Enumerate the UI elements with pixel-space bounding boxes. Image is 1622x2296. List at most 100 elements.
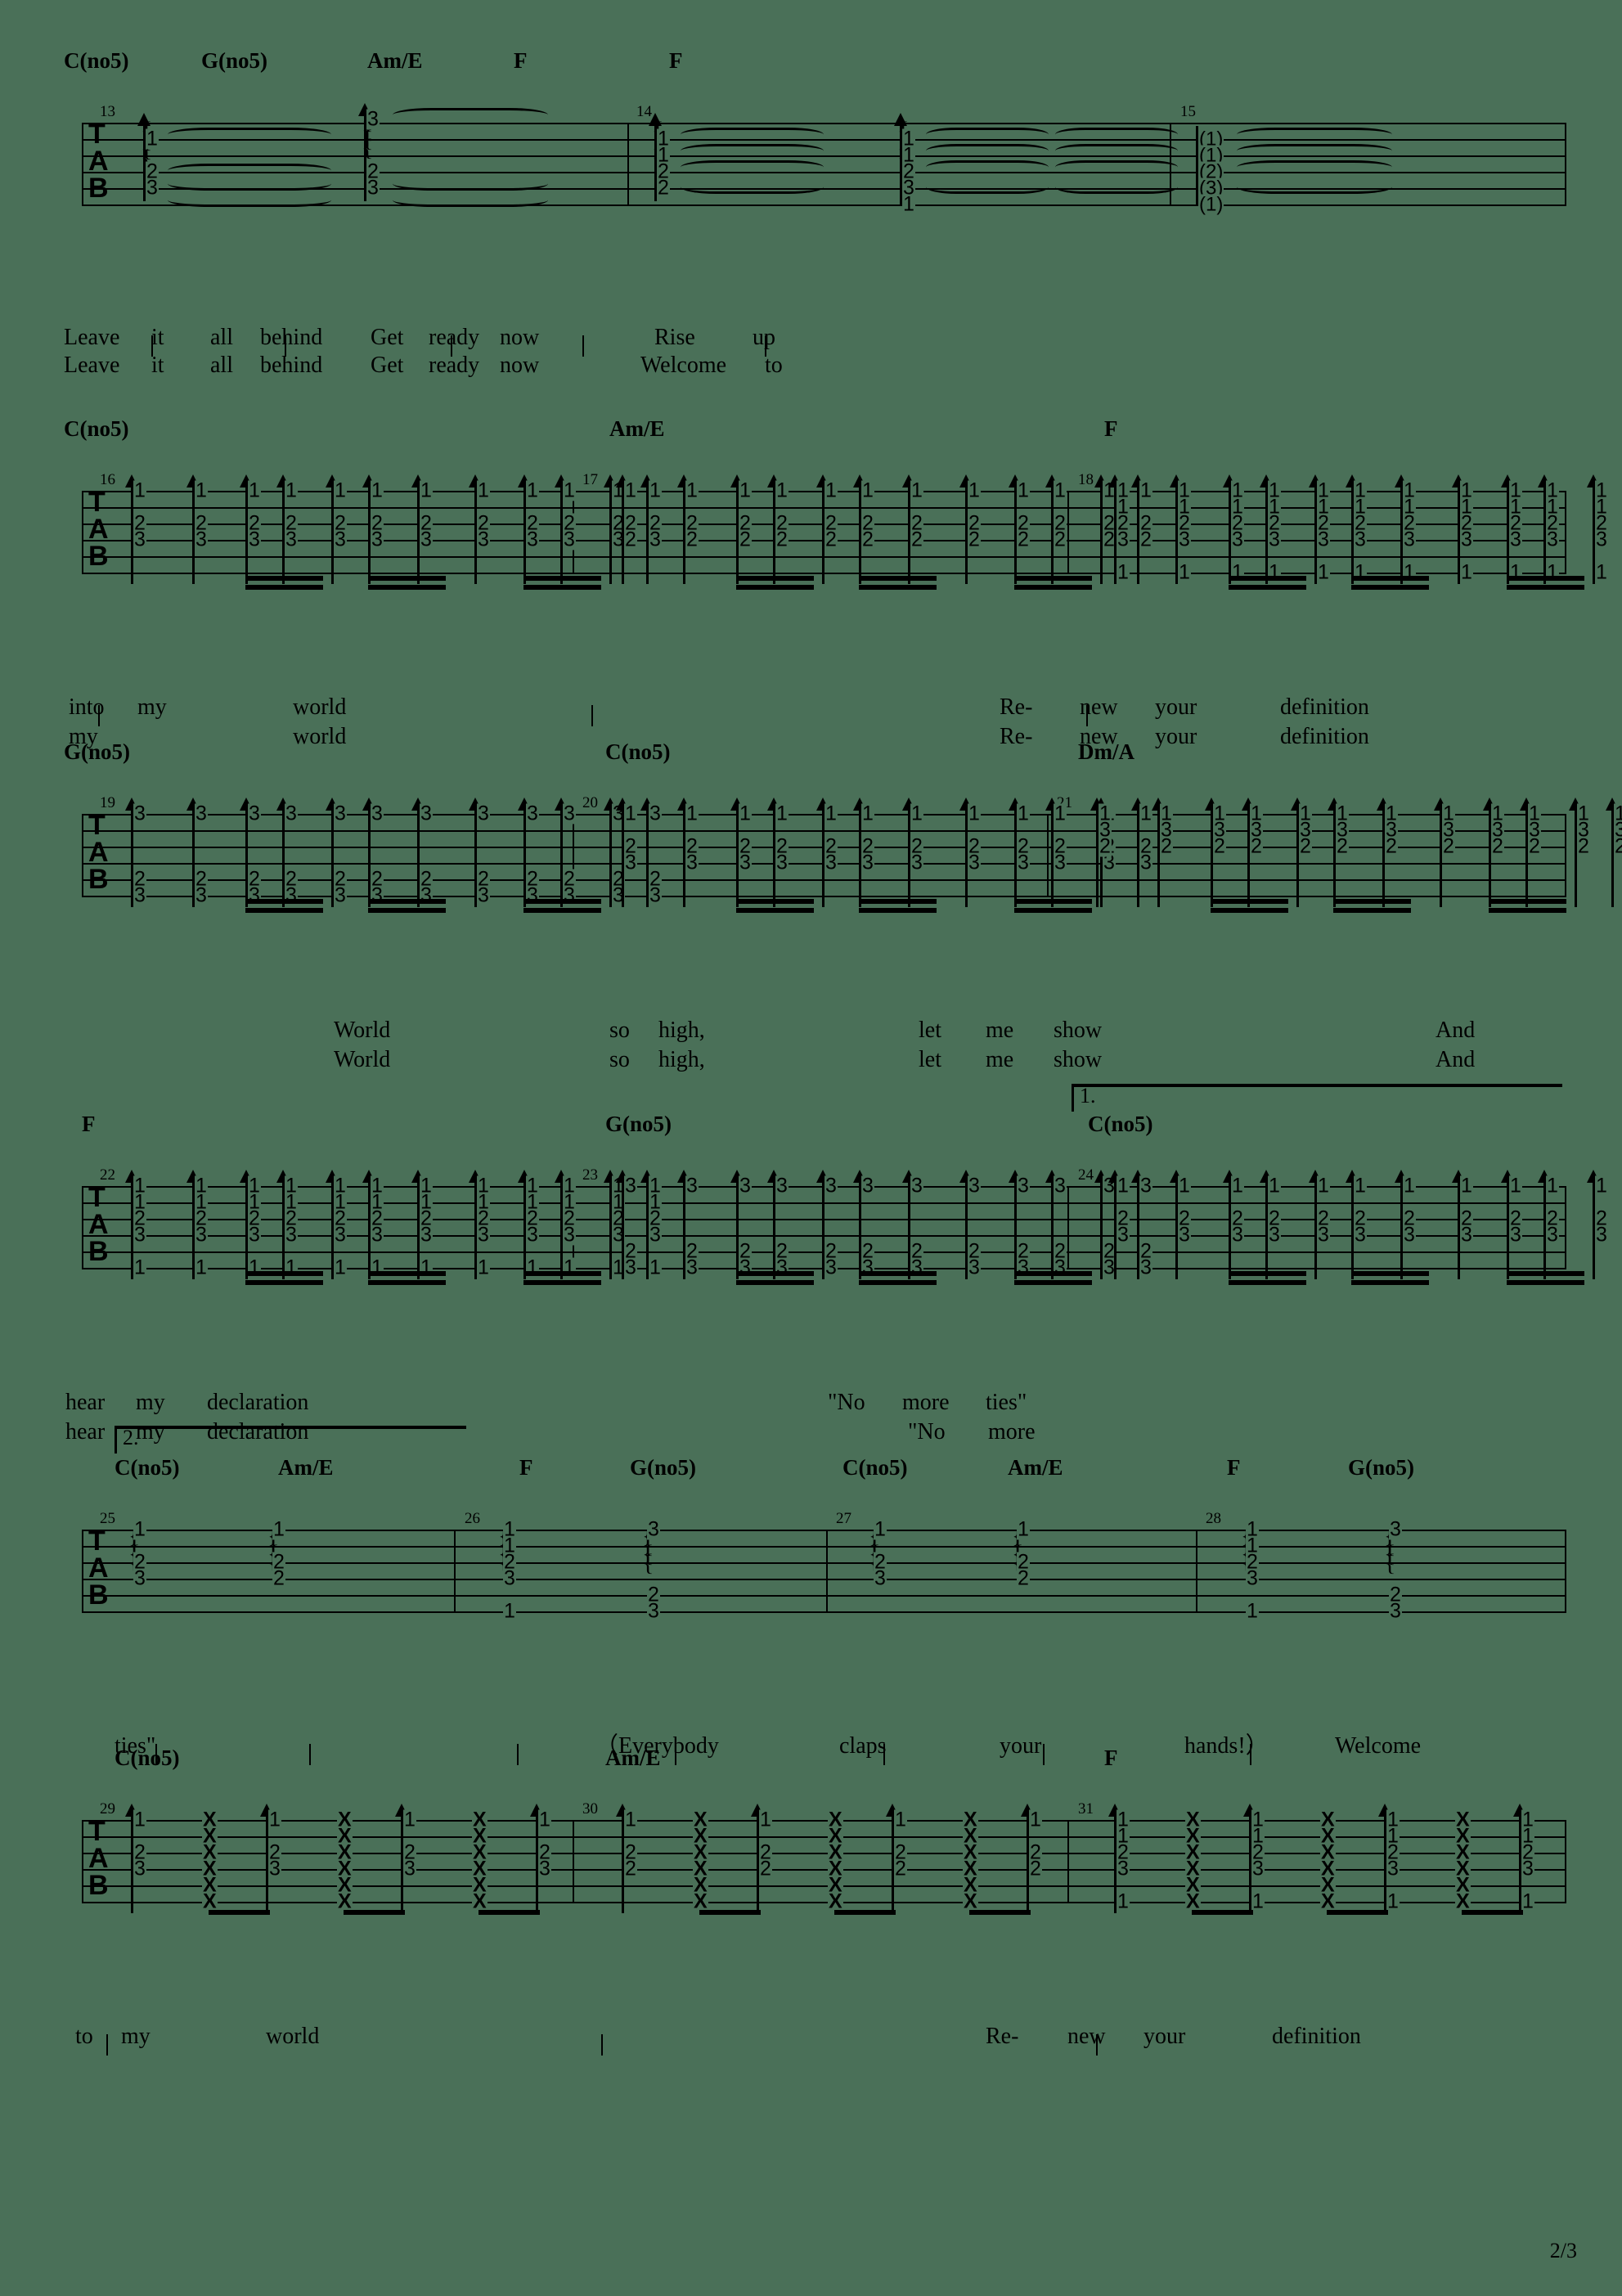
beam [1351, 576, 1429, 581]
chord-row: C(no5) Am/E F [0, 417, 1622, 450]
fret-number: 3 [1403, 1223, 1416, 1247]
chord-symbol: G(no5) [64, 739, 130, 764]
staff-line [82, 1902, 1566, 1903]
fret-number: 3 [647, 1599, 660, 1623]
fret-number: 1 [1117, 1174, 1130, 1197]
system-5: 2. C(no5) Am/E F G(no5) C(no5) Am/E F G(… [0, 1411, 1622, 1791]
chord-symbol: Am/E [605, 1746, 661, 1770]
fret-number: 3 [739, 851, 752, 874]
lyric-word: Leave [64, 353, 120, 378]
staff-line [82, 1836, 1566, 1838]
fret-number: 3 [334, 883, 347, 907]
beam [1211, 899, 1288, 904]
tab-clef-letter: B [88, 173, 109, 204]
fret-number: 2 [624, 1857, 637, 1880]
fret-number: 1 [146, 127, 159, 151]
barline [573, 1820, 574, 1903]
fret-number: 3 [1389, 1517, 1402, 1541]
fret-number: 1 [1139, 479, 1152, 502]
chord-row: C(no5) Am/E F G(no5) C(no5) Am/E F G(no5… [0, 1456, 1622, 1489]
fret-number: 3 [1521, 1857, 1534, 1880]
fret-number: 1 [874, 1517, 887, 1541]
fret-number: 1 [1117, 560, 1130, 584]
barline [1565, 1820, 1566, 1903]
chord-symbol: G(no5) [630, 1455, 696, 1480]
beam [368, 585, 446, 590]
lyric-word: new [1067, 2024, 1106, 2049]
lyric-word: behind [260, 353, 323, 378]
system-3: G(no5) C(no5) Dm/A T A B 19 20 21 3 2 3 … [0, 740, 1622, 1076]
chord-symbol: F [1104, 416, 1118, 441]
lyric-word: Rise [654, 325, 695, 350]
staff-line [82, 1546, 1566, 1548]
fret-number: 3 [968, 1174, 981, 1197]
fret-number: 3 [1509, 528, 1522, 551]
fret-number: 3 [477, 528, 490, 551]
tab-clef-letter: B [88, 864, 109, 895]
chord-row: C(no5) Am/E F [0, 1746, 1622, 1779]
lyric-word: Re- [986, 2024, 1019, 2049]
fret-number: 3 [1546, 528, 1559, 551]
measure-number: 19 [100, 794, 115, 811]
tie-slur [393, 177, 548, 191]
lyric-word: World [334, 1018, 391, 1043]
fret-number: 1 [403, 1808, 416, 1831]
lyric-word: Get [371, 325, 404, 350]
fret-number: 1 [685, 479, 699, 502]
fret-number: 3 [1595, 1223, 1608, 1247]
system-2: C(no5) Am/E F T A B 16 17 18 1 2 3 1 2 3… [0, 417, 1622, 753]
fret-number: 3 [1139, 1174, 1152, 1197]
tie-slur [1237, 180, 1392, 194]
barline [826, 1530, 828, 1613]
fret-number: 1 [1178, 1174, 1191, 1197]
lyric-word: behind [260, 325, 323, 350]
fret-number: 3 [133, 802, 146, 825]
barline [82, 1530, 83, 1613]
fret-number: 3 [1403, 528, 1416, 551]
fret-number: 3 [1117, 1223, 1130, 1247]
beam [736, 1280, 814, 1285]
beam [523, 908, 601, 913]
beam [1489, 908, 1566, 913]
fret-number: 1 [1178, 560, 1191, 584]
tab-clef-letter: A [88, 1209, 109, 1240]
lyric-word: show [1054, 1018, 1103, 1043]
tie-slur [168, 128, 331, 142]
fret-number: 3 [420, 1223, 433, 1247]
fret-number: 3 [563, 802, 576, 825]
fret-number: 1 [133, 479, 146, 502]
beam [859, 585, 937, 590]
beam [1462, 1910, 1523, 1915]
fret-number: 3 [1268, 528, 1281, 551]
fret-number: 2 [1442, 834, 1455, 858]
fret-number: 3 [334, 802, 347, 825]
beam [969, 1910, 1031, 1915]
fret-number: 3 [861, 851, 874, 874]
beam [736, 576, 814, 581]
fret-number: 3 [403, 1857, 416, 1880]
barline [1067, 1186, 1069, 1269]
fret-number: 2 [1017, 528, 1030, 551]
fret-number: 3 [1054, 851, 1067, 874]
muted-string-x: X [828, 1889, 843, 1913]
tab-clef: T A B [88, 120, 109, 204]
lyric-word: Welcome [640, 353, 727, 378]
fret-number: 3 [1595, 528, 1608, 551]
fret-number: 3 [334, 528, 347, 551]
fret-number: 3 [133, 883, 146, 907]
lyric-word: into [69, 694, 105, 720]
fret-number: 3 [968, 851, 981, 874]
staff-line [82, 1869, 1566, 1871]
fret-number: 2 [685, 528, 699, 551]
fret-number: 1 [503, 1599, 516, 1623]
lyric-word: Re- [1000, 694, 1033, 720]
tab-clef: T A B [88, 811, 109, 895]
barline [1067, 1820, 1069, 1903]
beam [859, 1280, 937, 1285]
lyric-word: me [986, 1018, 1014, 1043]
fret-number: 3 [1139, 1256, 1152, 1279]
fret-number: 1 [1017, 802, 1030, 825]
beam [1229, 1280, 1306, 1285]
fret-number: 1 [649, 479, 662, 502]
fret-number: 3 [420, 528, 433, 551]
